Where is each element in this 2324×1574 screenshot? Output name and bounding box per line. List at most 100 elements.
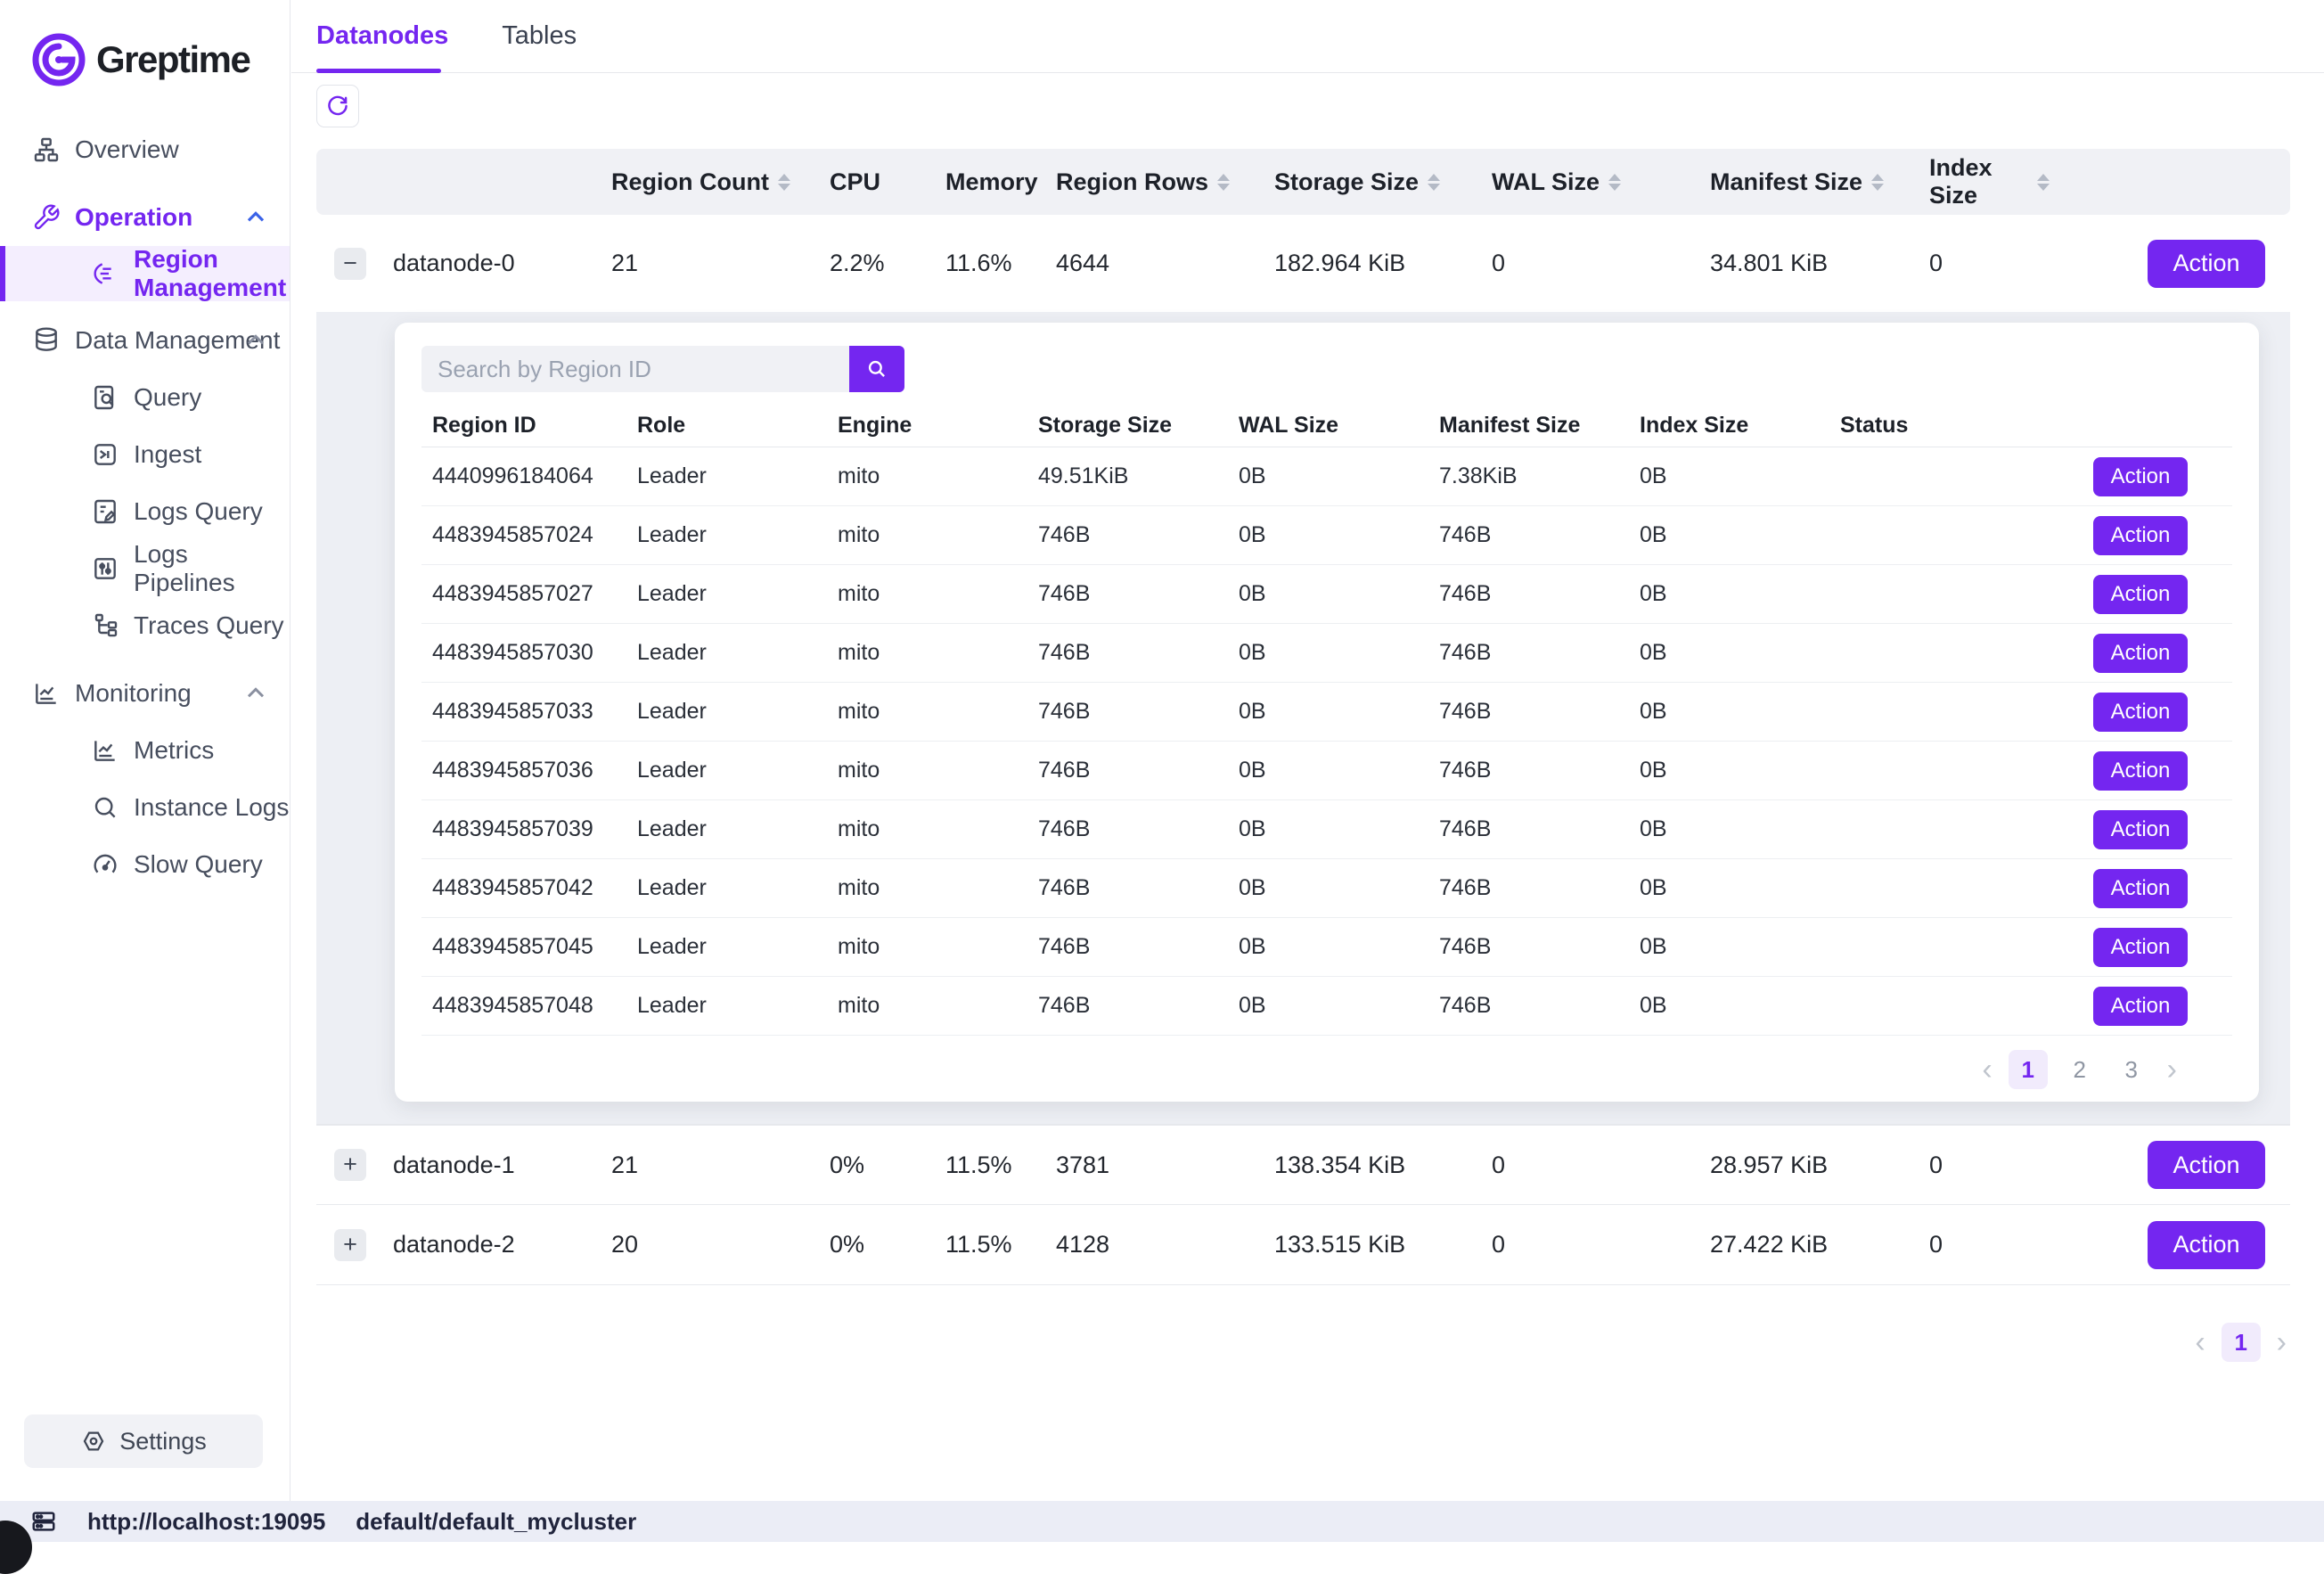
- sort-icon[interactable]: [2037, 174, 2050, 191]
- sidebar-item-label: Traces Query: [134, 611, 284, 640]
- next-page-icon[interactable]: ›: [2273, 1323, 2290, 1362]
- action-button[interactable]: Action: [2093, 810, 2188, 849]
- column-header-index-size: Index Size: [1920, 154, 2050, 209]
- sidebar-item-logs-pipelines[interactable]: Logs Pipelines: [0, 540, 290, 597]
- sidebar-item-monitoring[interactable]: Monitoring: [0, 665, 290, 722]
- sort-icon[interactable]: [1217, 174, 1230, 191]
- sidebar-item-overview[interactable]: Overview: [0, 121, 290, 178]
- region-search-input[interactable]: [421, 346, 849, 392]
- cluster-name[interactable]: default/default_mycluster: [356, 1508, 636, 1536]
- org-chart-icon: [32, 135, 61, 164]
- region-table-row: 4483945857024Leadermito746B0B746B0BActio…: [421, 506, 2232, 565]
- sort-icon[interactable]: [1608, 174, 1621, 191]
- action-button[interactable]: Action: [2093, 634, 2188, 673]
- sidebar-item-operation[interactable]: Operation: [0, 189, 290, 246]
- datanodes-table-header: Region Count CPU Memory Region Rows Stor…: [316, 149, 2290, 215]
- tab-tables[interactable]: Tables: [502, 21, 580, 72]
- tree-icon: [91, 611, 119, 640]
- cell-storage-size: 746B: [1027, 581, 1228, 607]
- cell-index-size: 0B: [1629, 699, 1829, 725]
- sidebar-item-label: Operation: [75, 203, 192, 232]
- action-button[interactable]: Action: [2093, 751, 2188, 791]
- next-page-icon[interactable]: ›: [2164, 1050, 2181, 1089]
- region-table-row: 4483945857033Leadermito746B0B746B0BActio…: [421, 683, 2232, 742]
- datanodes-pagination: ‹ 1 ›: [316, 1323, 2290, 1362]
- sort-icon[interactable]: [1871, 174, 1884, 191]
- settings-button[interactable]: Settings: [24, 1414, 263, 1468]
- sidebar-nav: Overview Operation Region Management Dat…: [0, 121, 290, 893]
- refresh-button[interactable]: [316, 85, 359, 127]
- refresh-icon: [325, 94, 350, 119]
- sidebar-item-logs-query[interactable]: Logs Query: [0, 483, 290, 540]
- cell-index-size: 0: [1920, 250, 2050, 277]
- action-button[interactable]: Action: [2093, 987, 2188, 1026]
- endpoint-url[interactable]: http://localhost:19095: [87, 1508, 325, 1536]
- cell-region-rows: 4128: [1038, 1231, 1265, 1258]
- cell-engine: mito: [827, 934, 1027, 960]
- column-header-wal-size: WAL Size: [1479, 168, 1698, 196]
- sidebar-item-label: Region Management: [134, 245, 290, 302]
- sidebar-item-slow-query[interactable]: Slow Query: [0, 836, 290, 893]
- action-button[interactable]: Action: [2148, 240, 2265, 288]
- sidebar-item-ingest[interactable]: Ingest: [0, 426, 290, 483]
- cell-memory: 11.5%: [922, 1152, 1038, 1179]
- region-table-row: 4483945857048Leadermito746B0B746B0BActio…: [421, 977, 2232, 1036]
- cell-wal-size: 0B: [1228, 758, 1428, 783]
- action-button[interactable]: Action: [2093, 575, 2188, 614]
- region-search: [421, 346, 904, 392]
- cell-region-id: 4483945857027: [421, 581, 626, 607]
- expand-row-button[interactable]: +: [334, 1149, 366, 1181]
- action-button[interactable]: Action: [2093, 457, 2188, 496]
- page-3[interactable]: 3: [2112, 1050, 2151, 1089]
- action-button[interactable]: Action: [2148, 1221, 2265, 1269]
- search-button[interactable]: [849, 346, 904, 392]
- region-table-body: 4440996184064Leadermito49.51KiB0B7.38KiB…: [421, 447, 2232, 1036]
- column-header-region-rows: Region Rows: [1038, 168, 1265, 196]
- sidebar-item-query[interactable]: Query: [0, 369, 290, 426]
- action-button[interactable]: Action: [2093, 693, 2188, 732]
- page-2[interactable]: 2: [2060, 1050, 2099, 1089]
- action-button[interactable]: Action: [2093, 869, 2188, 908]
- cell-engine: mito: [827, 699, 1027, 725]
- cell-memory: 11.6%: [922, 250, 1038, 277]
- sidebar-item-data-management[interactable]: Data Management: [0, 312, 290, 369]
- sort-icon[interactable]: [1428, 174, 1440, 191]
- greptime-logo-icon: [30, 31, 87, 88]
- cell-manifest-size: 746B: [1428, 581, 1629, 607]
- chevron-up-icon[interactable]: [241, 679, 270, 708]
- column-header-index-size: Index Size: [1629, 413, 1829, 439]
- cell-wal-size: 0B: [1228, 522, 1428, 548]
- expand-row-button[interactable]: +: [334, 1229, 366, 1261]
- action-button[interactable]: Action: [2148, 1141, 2265, 1189]
- cell-manifest-size: 746B: [1428, 993, 1629, 1019]
- cell-wal-size: 0B: [1228, 581, 1428, 607]
- brand-logo[interactable]: Greptime: [0, 0, 290, 98]
- sidebar-item-instance-logs[interactable]: Instance Logs: [0, 779, 290, 836]
- sidebar-item-metrics[interactable]: Metrics: [0, 722, 290, 779]
- page-1[interactable]: 1: [2009, 1050, 2048, 1089]
- action-button[interactable]: Action: [2093, 928, 2188, 967]
- prev-page-icon[interactable]: ‹: [2191, 1323, 2208, 1362]
- action-button[interactable]: Action: [2093, 516, 2188, 555]
- prev-page-icon[interactable]: ‹: [1978, 1050, 1995, 1089]
- chevron-up-icon[interactable]: [241, 203, 270, 232]
- tab-datanodes[interactable]: Datanodes: [316, 21, 452, 72]
- sort-icon[interactable]: [778, 174, 790, 191]
- cell-manifest-size: 746B: [1428, 934, 1629, 960]
- sidebar-item-region-management[interactable]: Region Management: [0, 246, 290, 301]
- cell-wal-size: 0: [1479, 250, 1698, 277]
- cell-role: Leader: [626, 993, 827, 1019]
- cell-manifest-size: 746B: [1428, 875, 1629, 901]
- cell-region-id: 4440996184064: [421, 463, 626, 489]
- region-table-row: 4483945857045Leadermito746B0B746B0BActio…: [421, 918, 2232, 977]
- cell-storage-size: 138.354 KiB: [1265, 1152, 1479, 1179]
- cell-engine: mito: [827, 581, 1027, 607]
- collapse-row-button[interactable]: −: [334, 248, 366, 280]
- page-1[interactable]: 1: [2222, 1323, 2261, 1362]
- sidebar-item-label: Logs Pipelines: [134, 540, 290, 597]
- document-search-icon: [91, 383, 119, 412]
- sidebar: Greptime Overview Operation Region Manag…: [0, 0, 290, 1501]
- cell-region-rows: 4644: [1038, 250, 1265, 277]
- sidebar-item-traces-query[interactable]: Traces Query: [0, 597, 290, 654]
- chevron-up-icon[interactable]: [241, 326, 270, 355]
